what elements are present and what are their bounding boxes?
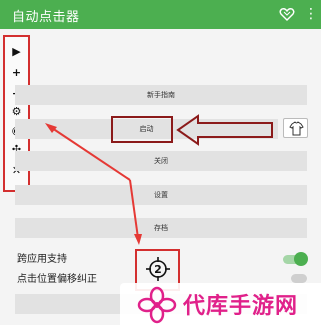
offset-fix-label: 点击位置偏移纠正	[17, 274, 97, 285]
app-bar: 自动点击器 ⋮	[0, 0, 321, 29]
settings-button[interactable]: 设置	[15, 185, 307, 205]
theme-button[interactable]	[283, 118, 308, 138]
guide-button[interactable]: 新手指南	[15, 85, 307, 105]
more-options-icon[interactable]: ⋮	[304, 4, 318, 24]
shirt-icon	[289, 121, 304, 136]
start-highlight-box	[111, 116, 173, 143]
add-point-icon[interactable]: +	[5, 64, 28, 82]
stop-button[interactable]: 关闭	[15, 151, 307, 171]
watermark-text: 代库手游网	[183, 294, 299, 319]
save-button[interactable]: 存档	[15, 218, 307, 238]
offset-fix-toggle[interactable]	[291, 274, 307, 283]
play-icon[interactable]: ▶	[5, 43, 28, 61]
cross-app-label: 跨应用支持	[17, 254, 67, 265]
premium-heart-icon[interactable]	[279, 6, 295, 22]
app-title: 自动点击器	[12, 10, 80, 25]
cross-app-toggle[interactable]	[294, 252, 308, 266]
watermark-logo-icon	[137, 286, 177, 324]
